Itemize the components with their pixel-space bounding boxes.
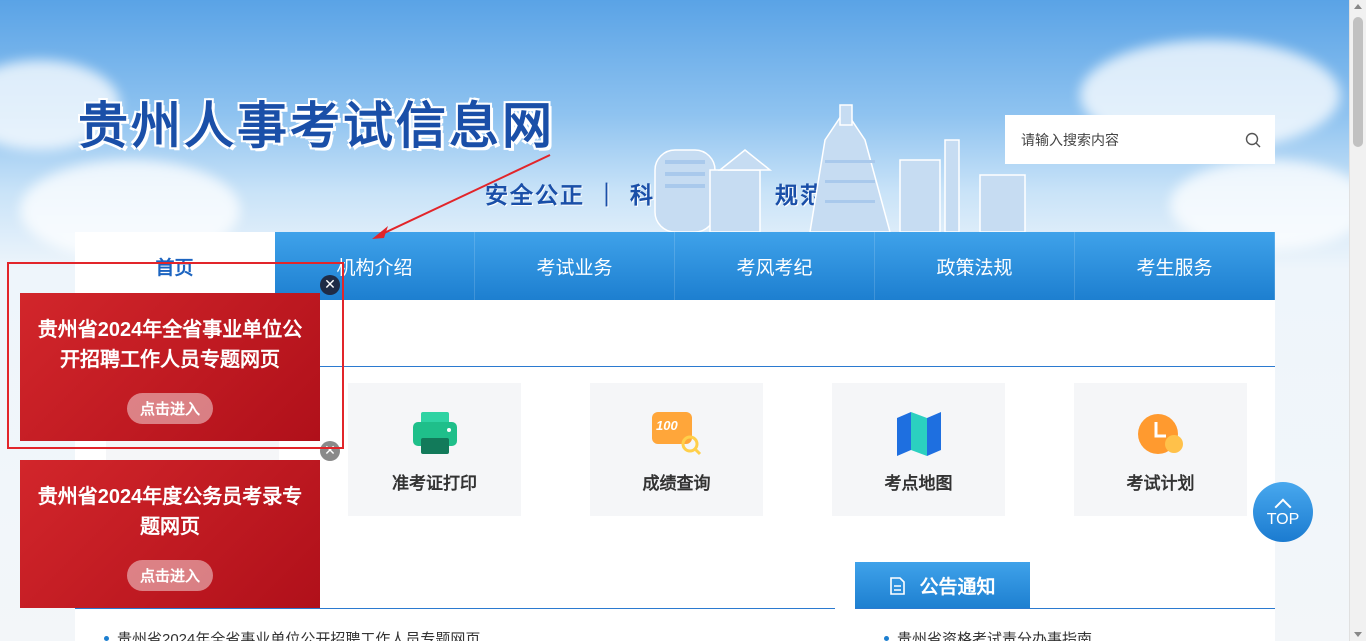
- search-icon[interactable]: [1245, 132, 1261, 148]
- promo-popup-civil-servant[interactable]: 贵州省2024年度公务员考录专题网页 点击进入: [20, 460, 320, 608]
- score-icon: 100: [651, 409, 702, 459]
- back-to-top-button[interactable]: TOP: [1253, 482, 1313, 542]
- list-item-text: 贵州省资格考试责分办事指南: [897, 631, 1093, 641]
- service-label: 成绩查询: [642, 474, 711, 493]
- popup-title: 贵州省2024年度公务员考录专题网页: [37, 486, 303, 538]
- service-label: 考试计划: [1126, 474, 1195, 493]
- list-item[interactable]: 贵州省资格考试责分办事指南: [884, 628, 1092, 641]
- popup-enter-button[interactable]: 点击进入: [126, 560, 213, 591]
- service-tile-admission-ticket[interactable]: 准考证打印: [348, 383, 521, 516]
- service-tile-score-query[interactable]: 100 成绩查询: [590, 383, 763, 516]
- list-item-text: 贵州省2024年全省事业单位公开招聘工作人员专题网页: [117, 631, 481, 641]
- bullet-icon: [104, 636, 109, 641]
- annotation-highlight-box: [7, 262, 344, 449]
- bullet-icon: [884, 636, 889, 641]
- annotation-arrow-icon: [372, 154, 551, 239]
- nav-item-policy[interactable]: 政策法规: [875, 232, 1075, 300]
- printer-icon: [410, 409, 460, 459]
- city-skyline-illustration: [654, 104, 1026, 232]
- service-tile-exam-plan[interactable]: 考试计划: [1074, 383, 1247, 516]
- document-icon: [890, 576, 906, 595]
- clock-icon: [1136, 409, 1186, 459]
- tab-notice[interactable]: 公告通知: [855, 562, 1030, 609]
- service-label: 考点地图: [884, 474, 953, 493]
- search-input[interactable]: [1021, 131, 1245, 148]
- list-item[interactable]: 贵州省2024年全省事业单位公开招聘工作人员专题网页: [104, 628, 480, 641]
- svg-text:100: 100: [656, 418, 678, 433]
- nav-item-exam-discipline[interactable]: 考风考纪: [675, 232, 875, 300]
- notice-divider: [855, 608, 1275, 609]
- news-divider: [75, 608, 835, 609]
- scrollbar[interactable]: [1349, 0, 1366, 641]
- tab-notice-label: 公告通知: [919, 577, 996, 598]
- site-title: 贵州人事考试信息网: [78, 96, 555, 155]
- nav-item-candidate-service[interactable]: 考生服务: [1075, 232, 1275, 300]
- scroll-down-icon[interactable]: [1354, 632, 1362, 637]
- scroll-up-icon[interactable]: [1354, 4, 1362, 9]
- service-label: 准考证打印: [392, 474, 477, 493]
- search-box: [1005, 115, 1275, 164]
- map-icon: [894, 409, 944, 459]
- scrollbar-thumb[interactable]: [1353, 17, 1363, 147]
- service-tile-exam-map[interactable]: 考点地图: [832, 383, 1005, 516]
